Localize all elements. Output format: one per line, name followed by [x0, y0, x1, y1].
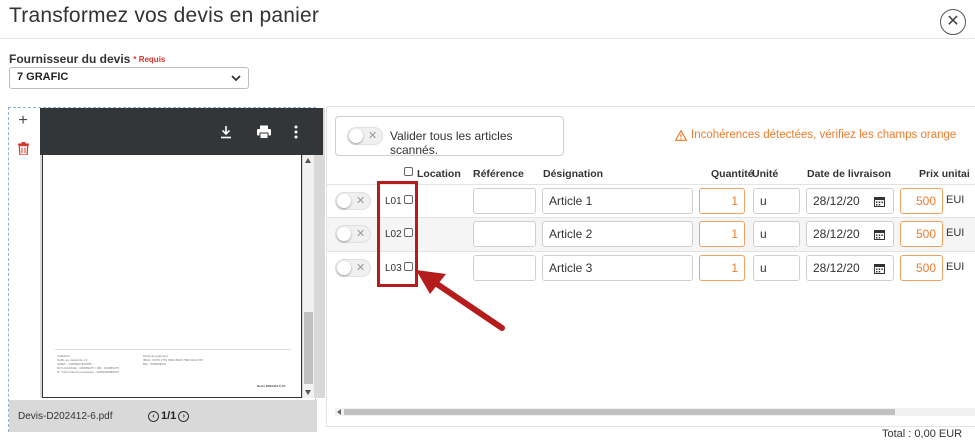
unit-input[interactable]: u [753, 188, 800, 214]
warning-text: Incohérences détectées, vérifiez les cha… [691, 129, 957, 141]
quantity-input[interactable]: 1 [699, 188, 745, 214]
validate-all-label: Valider tous les articles scannés. [390, 129, 513, 157]
currency-label: EUI [946, 194, 965, 206]
pdf-scrollbar[interactable] [303, 155, 314, 398]
prev-page-icon[interactable]: ‹ [148, 410, 159, 422]
designation-input[interactable]: Article 2 [542, 221, 693, 247]
column-unit: Unité [752, 168, 779, 180]
unit-price-input[interactable]: 500 [900, 255, 943, 281]
required-marker: * Requis [133, 55, 166, 64]
add-document-button[interactable]: + [16, 113, 30, 129]
column-designation: Désignation [543, 168, 604, 180]
validate-all-box: ✕ Valider tous les articles scannés. [335, 116, 564, 157]
column-location: Location [417, 168, 461, 180]
toggle-knob [337, 227, 351, 241]
designation-input[interactable]: Article 3 [542, 255, 693, 281]
download-icon[interactable] [218, 124, 234, 140]
table-horizontal-scrollbar[interactable] [335, 408, 975, 416]
more-vertical-icon[interactable] [288, 124, 304, 140]
pdf-footer-text: BIC : 580000RX2 [143, 362, 167, 366]
delivery-date-value: 28/12/20 [813, 227, 860, 241]
unit-input[interactable]: u [753, 221, 800, 247]
quantity-input[interactable]: 1 [699, 255, 745, 281]
toggle-knob [349, 129, 363, 143]
pdf-toolbar [40, 108, 323, 155]
print-icon[interactable] [256, 124, 272, 140]
page-title: Transformez vos devis en panier [9, 4, 320, 27]
trash-icon[interactable] [18, 142, 29, 155]
warning-icon [675, 129, 687, 141]
row-divider [327, 251, 975, 252]
pdf-footer-col2: Mode de paiement IBAN : FR76 1751 8004 8… [143, 354, 203, 366]
file-name: Devis-D202412-6.pdf [18, 411, 113, 422]
row-validate-toggle[interactable]: ✕ [335, 259, 371, 277]
delivery-date-value: 28/12/20 [813, 194, 860, 208]
row-divider [327, 184, 975, 185]
chevron-down-icon [231, 75, 241, 82]
pdf-area: 7GRAFIC SARL au capital de 1 € SIRET : 3… [40, 108, 325, 398]
reference-input[interactable] [473, 221, 536, 247]
calendar-icon[interactable] [874, 263, 885, 274]
table-scroll-thumb[interactable] [344, 409, 895, 415]
select-all-checkbox[interactable] [404, 167, 413, 176]
header-divider [0, 38, 975, 39]
row-validate-toggle[interactable]: ✕ [335, 225, 371, 243]
toggle-knob [337, 261, 351, 275]
document-viewer: + 7GRAFIC SARL au capital de 1 € SIRET :… [8, 107, 325, 432]
calendar-icon[interactable] [874, 196, 885, 207]
calendar-icon[interactable] [874, 229, 885, 240]
unit-price-input[interactable]: 500 [900, 188, 943, 214]
pdf-page: 7GRAFIC SARL au capital de 1 € SIRET : 3… [42, 155, 302, 398]
next-page-icon[interactable]: › [178, 410, 190, 422]
currency-label: EUI [946, 261, 965, 273]
pdf-footer-ref: Devis D202412-6 1/1 [257, 384, 286, 388]
toggle-x-icon: ✕ [356, 228, 366, 240]
unit-input[interactable]: u [753, 255, 800, 281]
designation-input[interactable]: Article 1 [542, 188, 693, 214]
annotation-arrow-icon [416, 270, 505, 331]
pdf-footer-text: N° TVA Intracommunautaire : FR8934998947… [57, 370, 119, 374]
scroll-up-icon[interactable] [305, 158, 311, 163]
scroll-left-icon[interactable] [337, 409, 341, 415]
column-unit-price: Prix unitai [919, 168, 970, 180]
pdf-footer-col1: 7GRAFIC SARL au capital de 1 € SIRET : 3… [57, 354, 119, 374]
validate-all-toggle[interactable]: ✕ [347, 127, 383, 145]
toggle-x-icon: ✕ [356, 262, 366, 274]
viewer-footer: Devis-D202412-6.pdf ‹ 1/1 › [9, 400, 317, 432]
scroll-down-icon[interactable] [305, 390, 311, 395]
pdf-scroll-thumb[interactable] [304, 312, 313, 384]
supplier-select-value: 7 GRAFIC [17, 71, 69, 83]
currency-label: EUI [946, 227, 965, 239]
total-amount: Total : 0,00 EUR [882, 428, 963, 440]
toggle-knob [337, 194, 351, 208]
toggle-x-icon: ✕ [368, 130, 378, 142]
page-indicator: 1/1 [161, 410, 177, 422]
column-reference: Référence [473, 168, 524, 180]
quantity-input[interactable]: 1 [699, 221, 745, 247]
supplier-label-text: Fournisseur du devis [9, 52, 131, 66]
close-button[interactable]: ✕ [940, 9, 966, 35]
reference-input[interactable] [473, 188, 536, 214]
delivery-date-value: 28/12/20 [813, 261, 860, 275]
warning-message: Incohérences détectées, vérifiez les cha… [675, 129, 956, 141]
page-navigator: ‹ 1/1 › [148, 410, 190, 422]
column-delivery-date: Date de livraison [807, 168, 892, 180]
supplier-label: Fournisseur du devis * Requis [9, 52, 165, 66]
row-validate-toggle[interactable]: ✕ [335, 192, 371, 210]
close-icon: ✕ [946, 13, 960, 30]
pdf-footer-line [55, 349, 291, 350]
toggle-x-icon: ✕ [356, 195, 366, 207]
viewer-tools: + [9, 108, 37, 158]
unit-price-input[interactable]: 500 [900, 221, 943, 247]
column-quantity: Quantité [711, 168, 754, 180]
supplier-select[interactable]: 7 GRAFIC [9, 67, 249, 89]
